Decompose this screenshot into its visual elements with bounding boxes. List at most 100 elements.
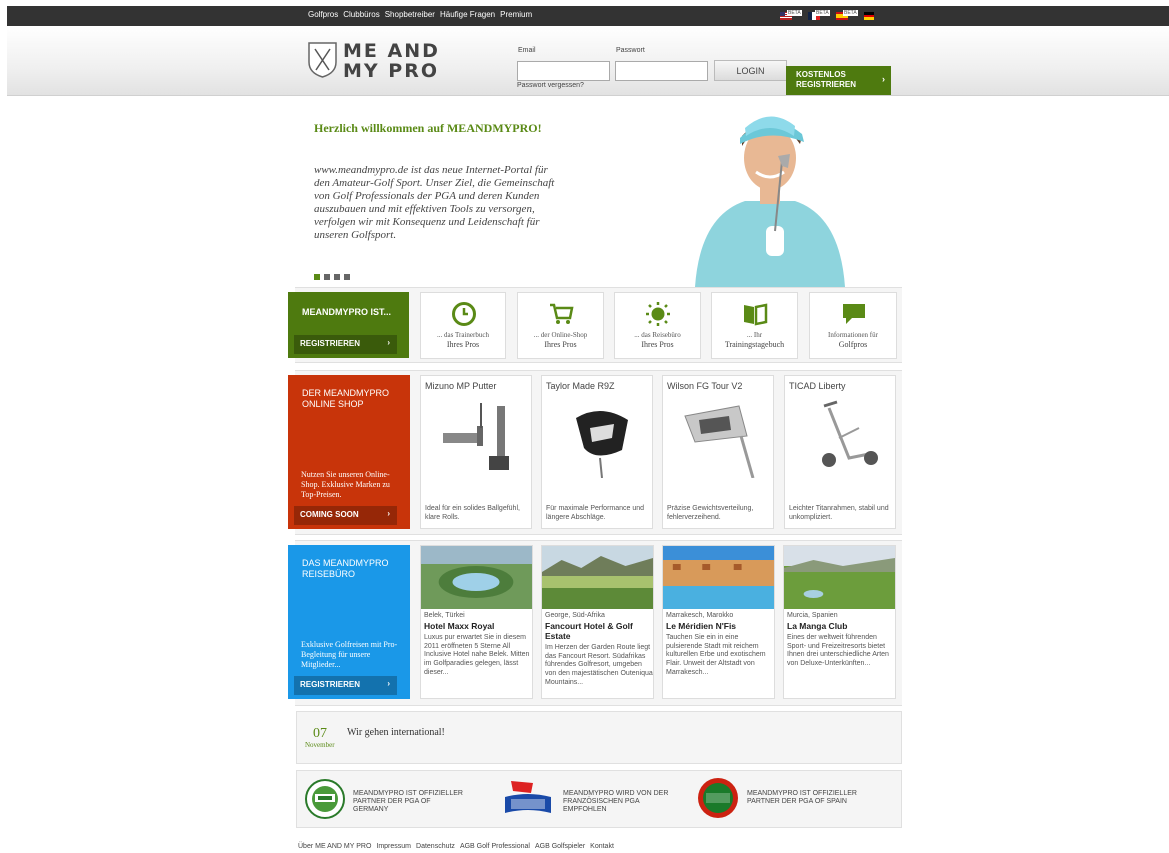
- top-nav: Golfpros Clubbüros Shopbetreiber Häufige…: [308, 10, 532, 19]
- travel-desc: Eines der weltweit führenden Sport- und …: [787, 634, 889, 668]
- shop-panel: DER MEANDMYPRO ONLINE SHOP Nutzen Sie un…: [288, 375, 410, 529]
- news-day: 07: [313, 726, 327, 741]
- coming-soon-label: COMING SOON: [300, 510, 359, 519]
- feature-line-2: Trainingstagebuch: [724, 340, 785, 349]
- de-flag-icon[interactable]: [864, 11, 884, 20]
- travel-register-button[interactable]: REGISTRIEREN ›: [294, 676, 397, 695]
- shop-panel-desc: Nutzen Sie unseren Online-Shop. Exklusiv…: [301, 470, 390, 499]
- news-headline[interactable]: Wir gehen international!: [347, 727, 445, 738]
- feature-line-2: Ihres Pros: [544, 340, 577, 349]
- product-desc: Präzise Gewichtsverteilung, fehlerverzei…: [667, 505, 754, 521]
- footer-link-datenschutz[interactable]: Datenschutz: [416, 843, 455, 850]
- travel-panel: DAS MEANDMYPRO REISEBÜRO Exklusive Golfr…: [288, 545, 410, 699]
- travel-card[interactable]: Marrakesch, Marokko Le Méridien N'Fis Ta…: [662, 545, 775, 699]
- email-label: Email: [518, 47, 536, 54]
- footer-link-agb-player[interactable]: AGB Golfspieler: [535, 843, 585, 850]
- news-item[interactable]: 07 November Wir gehen international!: [296, 711, 902, 764]
- chevron-right-icon: ›: [882, 74, 885, 84]
- travel-name: Hotel Maxx Royal: [424, 621, 495, 631]
- password-label: Passwort: [616, 47, 645, 54]
- register-line-1: KOSTENLOS: [796, 70, 846, 79]
- es-flag-icon[interactable]: BETA: [836, 10, 858, 20]
- travel-card[interactable]: Belek, Türkei Hotel Maxx Royal Luxus pur…: [420, 545, 533, 699]
- product-card[interactable]: Mizuno MP Putter Ideal für ein solides B…: [420, 375, 532, 529]
- us-flag-icon[interactable]: BETA: [780, 10, 802, 20]
- feature-line-2: Golfpros: [838, 340, 868, 349]
- register-button[interactable]: KOSTENLOS REGISTRIEREN ›: [786, 66, 891, 95]
- travel-location: Belek, Türkei: [424, 612, 465, 619]
- news-month: November: [305, 741, 335, 749]
- feature-card-trainerbuch[interactable]: ... das Trainerbuch Ihres Pros: [420, 292, 506, 359]
- partner-text: MEANDMYPRO WIRD VON DER FRANZÖSISCHEN PG…: [563, 790, 669, 813]
- pga-spain-logo[interactable]: [697, 777, 739, 819]
- hotel-maxx-royal-image: [421, 546, 532, 609]
- topnav-link-clubbueros[interactable]: Clubbüros: [343, 10, 379, 19]
- register-line-2: REGISTRIEREN: [796, 80, 857, 89]
- topnav-link-shopbetreiber[interactable]: Shopbetreiber: [385, 10, 435, 19]
- travel-card[interactable]: Murcia, Spanien La Manga Club Eines der …: [783, 545, 896, 699]
- travel-location: Marrakesch, Marokko: [666, 612, 734, 619]
- footer-link-agb-pro[interactable]: AGB Golf Professional: [460, 843, 530, 850]
- coming-soon-button[interactable]: COMING SOON ›: [294, 506, 397, 525]
- product-name: Mizuno MP Putter: [425, 381, 497, 391]
- hero-title: Herzlich willkommen auf MEANDMYPRO!: [314, 121, 542, 135]
- beta-badge: BETA: [815, 10, 830, 16]
- feature-line-1: ... der Online-Shop: [533, 331, 588, 339]
- product-card[interactable]: Taylor Made R9Z Für maximale Performance…: [541, 375, 653, 529]
- email-input[interactable]: [517, 61, 610, 81]
- fr-flag-icon[interactable]: BETA: [808, 10, 830, 20]
- fancourt-image: [542, 546, 653, 609]
- partners-row: MEANDMYPRO IST OFFIZIELLER PARTNER DER P…: [296, 770, 902, 828]
- beta-badge: BETA: [843, 10, 858, 16]
- slider-dot[interactable]: [324, 274, 330, 280]
- feature-card-golfpros[interactable]: Informationen für Golfpros: [809, 292, 897, 359]
- slider-dot[interactable]: [314, 274, 320, 280]
- shield-logo-icon: [308, 42, 337, 78]
- feature-card-trainingstagebuch[interactable]: ... Ihr Trainingstagebuch: [711, 292, 798, 359]
- language-switcher: BETA BETA BETA: [780, 10, 884, 20]
- product-desc: Für maximale Performance und längere Abs…: [546, 505, 645, 521]
- password-input[interactable]: [615, 61, 708, 81]
- topnav-link-golfpros[interactable]: Golfpros: [308, 10, 338, 19]
- iron-image: [684, 405, 755, 478]
- travel-register-label: REGISTRIEREN: [300, 680, 361, 689]
- chevron-right-icon: ›: [387, 338, 390, 347]
- partner-text: MEANDMYPRO IST OFFIZIELLER PARTNER DER P…: [353, 790, 463, 813]
- le-meridien-image: [663, 546, 774, 609]
- partner-text: MEANDMYPRO IST OFFIZIELLER PARTNER DER P…: [747, 790, 857, 805]
- feature-card-online-shop[interactable]: ... der Online-Shop Ihres Pros: [517, 292, 604, 359]
- pga-germany-logo[interactable]: [305, 777, 345, 821]
- forgot-password-link[interactable]: Passwort vergessen?: [517, 82, 584, 89]
- putter-image: [443, 403, 509, 470]
- footer-link-impressum[interactable]: Impressum: [376, 843, 411, 850]
- features-panel: MEANDMYPRO IST... REGISTRIEREN ›: [288, 292, 409, 358]
- beta-badge: BETA: [787, 10, 802, 16]
- topnav-link-faq[interactable]: Häufige Fragen: [440, 10, 495, 19]
- footer-links: Über ME AND MY PRO Impressum Datenschutz…: [298, 843, 614, 850]
- chevron-right-icon: ›: [387, 509, 390, 518]
- cart-icon: [550, 303, 574, 324]
- sun-icon: [646, 302, 670, 326]
- slider-dot[interactable]: [344, 274, 350, 280]
- footer-link-kontakt[interactable]: Kontakt: [590, 843, 614, 850]
- login-button[interactable]: LOGIN: [714, 60, 787, 81]
- travel-card[interactable]: George, Süd-Afrika Fancourt Hotel & Golf…: [541, 545, 654, 699]
- trolley-image: [822, 400, 878, 467]
- slider-dot[interactable]: [334, 274, 340, 280]
- slider-dots: [314, 274, 350, 280]
- hero-text: www.meandmypro.de ist das neue Internet-…: [314, 164, 555, 241]
- logo-wordmark: ME AND MY PRO: [343, 41, 440, 81]
- footer-link-about[interactable]: Über ME AND MY PRO: [298, 843, 371, 850]
- site-logo[interactable]: ME AND MY PRO: [308, 41, 443, 84]
- feature-card-reisebuero[interactable]: ... das Reisebüro Ihres Pros: [614, 292, 701, 359]
- product-card[interactable]: Wilson FG Tour V2 Präzise Gewichtsvertei…: [662, 375, 774, 529]
- book-icon: [744, 303, 768, 326]
- topnav-link-premium[interactable]: Premium: [500, 10, 532, 19]
- logo-line-1: ME AND: [343, 40, 440, 62]
- features-register-button[interactable]: REGISTRIEREN ›: [294, 335, 397, 354]
- product-card[interactable]: TICAD Liberty Leichter Titanrahmen, stab…: [784, 375, 896, 529]
- pga-france-logo[interactable]: [503, 779, 553, 821]
- travel-panel-desc: Exklusive Golfreisen mit Pro-Begleitung …: [301, 640, 398, 669]
- feature-line-1: Informationen für: [828, 331, 878, 339]
- product-name: TICAD Liberty: [789, 381, 846, 391]
